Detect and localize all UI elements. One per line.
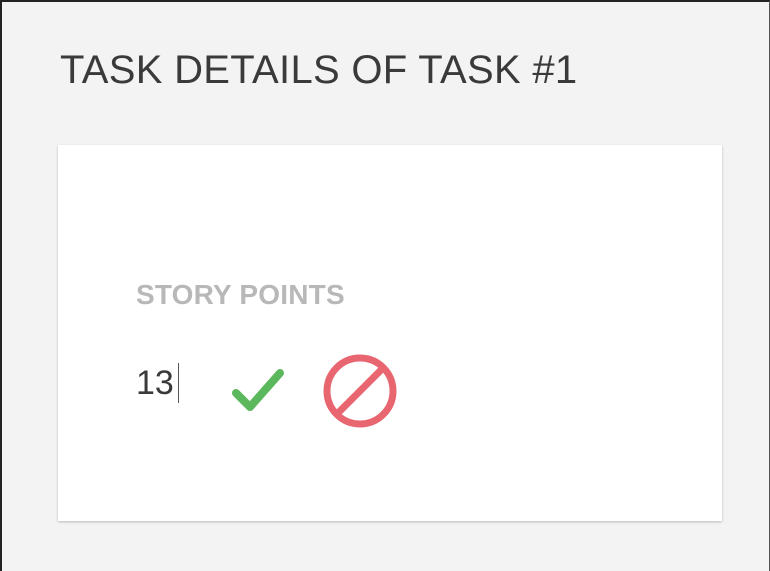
prohibited-icon [321,352,399,430]
cancel-button[interactable] [320,351,400,431]
story-points-input[interactable] [136,363,178,403]
app-frame: TASK DETAILS OF TASK #1 STORY POINTS [0,0,770,571]
page-title: TASK DETAILS OF TASK #1 [60,48,578,92]
text-caret [178,363,179,403]
story-points-label: STORY POINTS [136,279,345,310]
checkmark-icon [230,365,286,417]
accept-button[interactable] [218,351,298,431]
story-points-card: STORY POINTS [58,145,722,521]
story-points-input-wrap [136,361,179,405]
